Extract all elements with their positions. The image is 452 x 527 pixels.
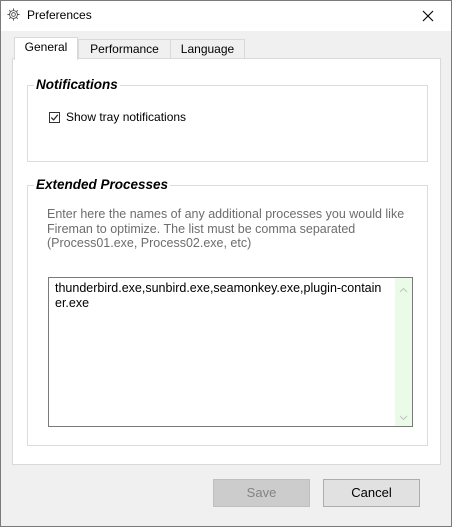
save-button[interactable]: Save (213, 479, 310, 507)
show-tray-notifications-row[interactable]: Show tray notifications (49, 110, 186, 124)
notifications-group: Notifications Show tray notifications (27, 77, 428, 162)
tab-general-label: General (24, 40, 68, 54)
show-tray-notifications-label: Show tray notifications (66, 110, 187, 124)
vertical-scrollbar[interactable] (395, 278, 412, 426)
scroll-down-icon[interactable] (399, 411, 408, 421)
extended-processes-group: Extended Processes Enter here the names … (27, 177, 428, 446)
tab-language-label: Language (180, 42, 235, 56)
tab-general[interactable]: General (14, 37, 78, 60)
title-bar[interactable]: Preferences (1, 1, 451, 31)
window-title: Preferences (27, 8, 92, 22)
gear-icon (6, 7, 21, 22)
tab-language[interactable]: Language (170, 39, 245, 58)
general-tab-panel: Notifications Show tray notifications Ex… (12, 58, 441, 465)
extended-processes-description: Enter here the names of any additional p… (47, 207, 405, 250)
scroll-up-icon[interactable] (399, 284, 408, 293)
extended-processes-heading: Extended Processes (34, 177, 171, 193)
tab-performance-label: Performance (90, 42, 159, 56)
close-button[interactable] (405, 1, 451, 31)
extended-processes-input[interactable]: thunderbird.exe,sunbird.exe,seamonkey.ex… (48, 277, 413, 427)
extended-processes-value: thunderbird.exe,sunbird.exe,seamonkey.ex… (55, 281, 382, 310)
tab-performance[interactable]: Performance (78, 39, 171, 58)
close-icon (422, 10, 434, 22)
notifications-heading: Notifications (34, 77, 120, 93)
preferences-window: Preferences General Performance Language… (0, 0, 452, 527)
show-tray-notifications-checkbox[interactable] (49, 111, 60, 123)
cancel-button[interactable]: Cancel (323, 479, 420, 507)
